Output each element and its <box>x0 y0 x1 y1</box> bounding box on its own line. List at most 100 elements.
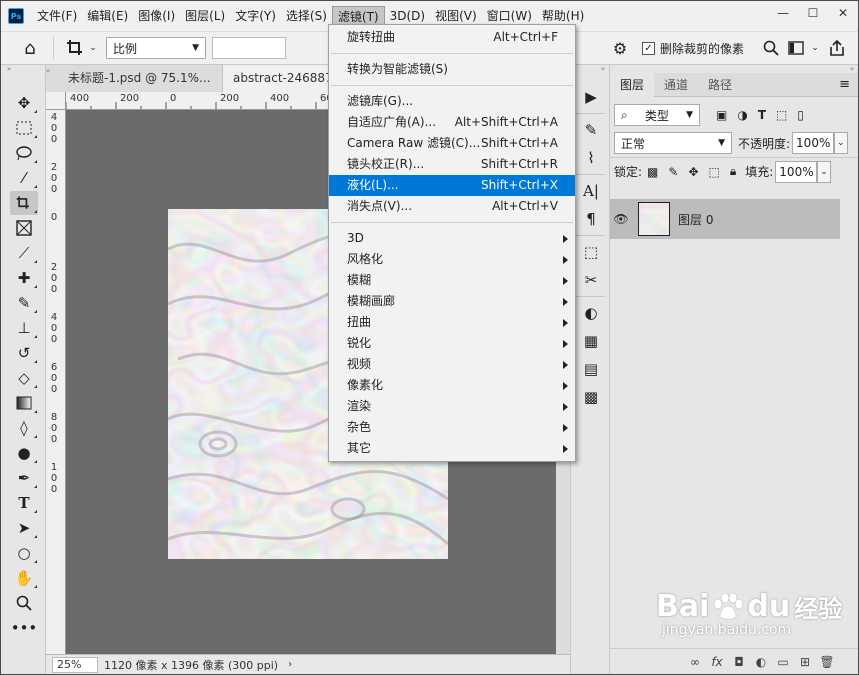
filter-menu-item[interactable]: 液化(L)... Shift+Ctrl+X <box>329 175 575 196</box>
menu-window[interactable]: 窗口(W) <box>482 6 537 26</box>
blur-tool-icon[interactable]: ◊ <box>10 416 38 440</box>
type-filter-icon[interactable]: T <box>758 108 766 122</box>
eyedropper-tool-icon[interactable]: ⟋ <box>10 241 38 265</box>
gradients-panel-icon[interactable]: ▤ <box>577 357 605 381</box>
magic-wand-tool-icon[interactable]: ⁄ <box>10 166 38 190</box>
menu-file[interactable]: 文件(F) <box>32 6 82 26</box>
ratio-width-input[interactable] <box>212 37 286 59</box>
filter-menu-item[interactable]: 渲染 <box>329 396 575 417</box>
filter-menu-item[interactable]: 其它 <box>329 438 575 459</box>
workspace-icon[interactable] <box>784 36 808 60</box>
gear-icon[interactable]: ⚙ <box>606 36 634 60</box>
3d-panel-icon[interactable]: ⬚ <box>577 240 605 264</box>
menu-select[interactable]: 选择(S) <box>281 6 332 26</box>
trash-icon[interactable]: 🗑︎ <box>816 655 838 669</box>
menu-filter[interactable]: 滤镜(T) <box>331 6 385 26</box>
lock-pixels-icon[interactable]: ✎ <box>668 165 678 179</box>
delete-cropped-checkbox[interactable]: ✓ <box>641 41 655 55</box>
share-icon[interactable] <box>822 36 852 60</box>
history-panel-icon[interactable]: ▶ <box>577 85 605 109</box>
opacity-input[interactable]: 100% <box>792 132 835 154</box>
crop-preset-button[interactable]: ⌄ <box>62 36 100 60</box>
collapse-arrows-icon[interactable]: « <box>46 65 58 92</box>
opacity-dropdown[interactable]: ⌄ <box>834 132 849 154</box>
tab-paths[interactable]: 路径 <box>698 73 742 97</box>
filter-menu-item[interactable]: Camera Raw 滤镜(C)... Shift+Ctrl+A <box>329 133 575 154</box>
delete-cropped-pixels-option[interactable]: ✓ 删除裁剪的像素 <box>641 40 744 57</box>
swatches-panel-icon[interactable]: ▦ <box>577 329 605 353</box>
marquee-tool-icon[interactable] <box>10 116 38 140</box>
adjustment-layer-icon[interactable]: ◐ <box>750 655 772 669</box>
tab-layers[interactable]: 图层 <box>610 72 655 97</box>
brushes-panel-icon[interactable]: ⌇ <box>577 146 605 170</box>
smart-object-filter-icon[interactable]: ▯ <box>797 108 804 122</box>
filter-menu-item[interactable]: 3D <box>329 228 575 249</box>
path-selection-tool-icon[interactable]: ➤ <box>10 516 38 540</box>
menu-3d[interactable]: 3D(D) <box>385 6 430 26</box>
zoom-tool-icon[interactable] <box>10 591 38 615</box>
filter-menu-item[interactable]: 扭曲 <box>329 312 575 333</box>
home-icon[interactable]: ⌂ <box>15 36 45 60</box>
brush-tool-icon[interactable]: ✎ <box>10 291 38 315</box>
eye-icon[interactable]: 👁︎ <box>610 212 632 226</box>
menu-layer[interactable]: 图层(L) <box>180 6 230 26</box>
search-icon[interactable] <box>758 36 784 60</box>
collapse-arrows-icon[interactable]: » <box>1 65 45 73</box>
filter-menu-item[interactable]: 模糊画廊 <box>329 291 575 312</box>
filter-menu-item[interactable]: 杂色 <box>329 417 575 438</box>
chevron-right-icon[interactable]: › <box>288 659 292 670</box>
chevron-down-icon[interactable]: ⌄ <box>808 36 822 60</box>
color-panel-icon[interactable]: ◐ <box>577 301 605 325</box>
filter-menu-item[interactable]: 锐化 <box>329 333 575 354</box>
layer-name[interactable]: 图层 0 <box>678 211 713 228</box>
eraser-tool-icon[interactable]: ◇ <box>10 366 38 390</box>
paragraph-panel-icon[interactable]: ¶ <box>577 207 605 231</box>
type-tool-icon[interactable]: T <box>10 491 38 515</box>
layer-row[interactable]: 👁︎ 图层 0 <box>610 199 840 239</box>
character-panel-icon[interactable]: A| <box>577 179 605 203</box>
menu-image[interactable]: 图像(I) <box>133 6 180 26</box>
restore-button[interactable]: ☐ <box>798 1 828 25</box>
link-layers-icon[interactable]: ∞ <box>684 655 706 669</box>
filter-menu-item[interactable]: 滤镜库(G)... <box>329 91 575 112</box>
close-button[interactable]: ✕ <box>828 1 858 25</box>
frame-tool-icon[interactable] <box>10 216 38 240</box>
filter-menu-item[interactable]: 风格化 <box>329 249 575 270</box>
new-layer-icon[interactable]: ⊞ <box>794 655 816 669</box>
shape-filter-icon[interactable]: ⬚ <box>776 108 787 122</box>
clone-stamp-tool-icon[interactable]: ⊥ <box>10 316 38 340</box>
hand-tool-icon[interactable]: ✋ <box>10 566 38 590</box>
lock-position-icon[interactable]: ✥ <box>688 165 698 179</box>
zoom-level-field[interactable]: 25% <box>52 656 98 673</box>
filter-menu-item[interactable]: 旋转扭曲 Alt+Ctrl+F <box>329 27 575 48</box>
tab-channels[interactable]: 通道 <box>654 73 698 97</box>
filter-menu-item[interactable]: 转换为智能滤镜(S) <box>329 59 575 80</box>
tools-options-icon[interactable]: ✂ <box>577 268 605 292</box>
pen-tool-icon[interactable]: ✒ <box>10 466 38 490</box>
gradient-tool-icon[interactable] <box>10 391 38 415</box>
fill-dropdown[interactable]: ⌄ <box>817 160 832 183</box>
ratio-select[interactable]: 比例 ▼ <box>106 37 206 59</box>
healing-brush-tool-icon[interactable]: ✚ <box>10 266 38 290</box>
dodge-tool-icon[interactable]: ● <box>10 441 38 465</box>
menu-edit[interactable]: 编辑(E) <box>82 6 133 26</box>
filter-menu-item[interactable]: 消失点(V)... Alt+Ctrl+V <box>329 196 575 217</box>
blend-mode-select[interactable]: 正常 ▼ <box>614 132 732 154</box>
lock-transparent-icon[interactable]: ▩ <box>647 165 658 179</box>
move-tool-icon[interactable]: ✥ <box>10 91 38 115</box>
filter-menu-item[interactable]: 自适应广角(A)... Alt+Shift+Ctrl+A <box>329 112 575 133</box>
more-tools-icon[interactable]: ••• <box>10 616 38 640</box>
crop-tool-icon[interactable] <box>10 191 38 215</box>
fill-input[interactable]: 100% <box>775 160 818 183</box>
minimize-button[interactable]: — <box>768 1 798 25</box>
menu-help[interactable]: 帮助(H) <box>537 6 589 26</box>
brush-settings-icon[interactable]: ✎ <box>577 118 605 142</box>
menu-type[interactable]: 文字(Y) <box>230 6 281 26</box>
lasso-tool-icon[interactable] <box>10 141 38 165</box>
filter-menu-item[interactable]: 视频 <box>329 354 575 375</box>
filter-menu-item[interactable]: 镜头校正(R)... Shift+Ctrl+R <box>329 154 575 175</box>
lock-all-icon[interactable]: 🔒︎ <box>730 164 736 179</box>
panel-menu-icon[interactable]: ≡ <box>839 77 850 92</box>
history-brush-tool-icon[interactable]: ↺ <box>10 341 38 365</box>
lock-artboard-icon[interactable]: ⬚ <box>709 165 720 179</box>
